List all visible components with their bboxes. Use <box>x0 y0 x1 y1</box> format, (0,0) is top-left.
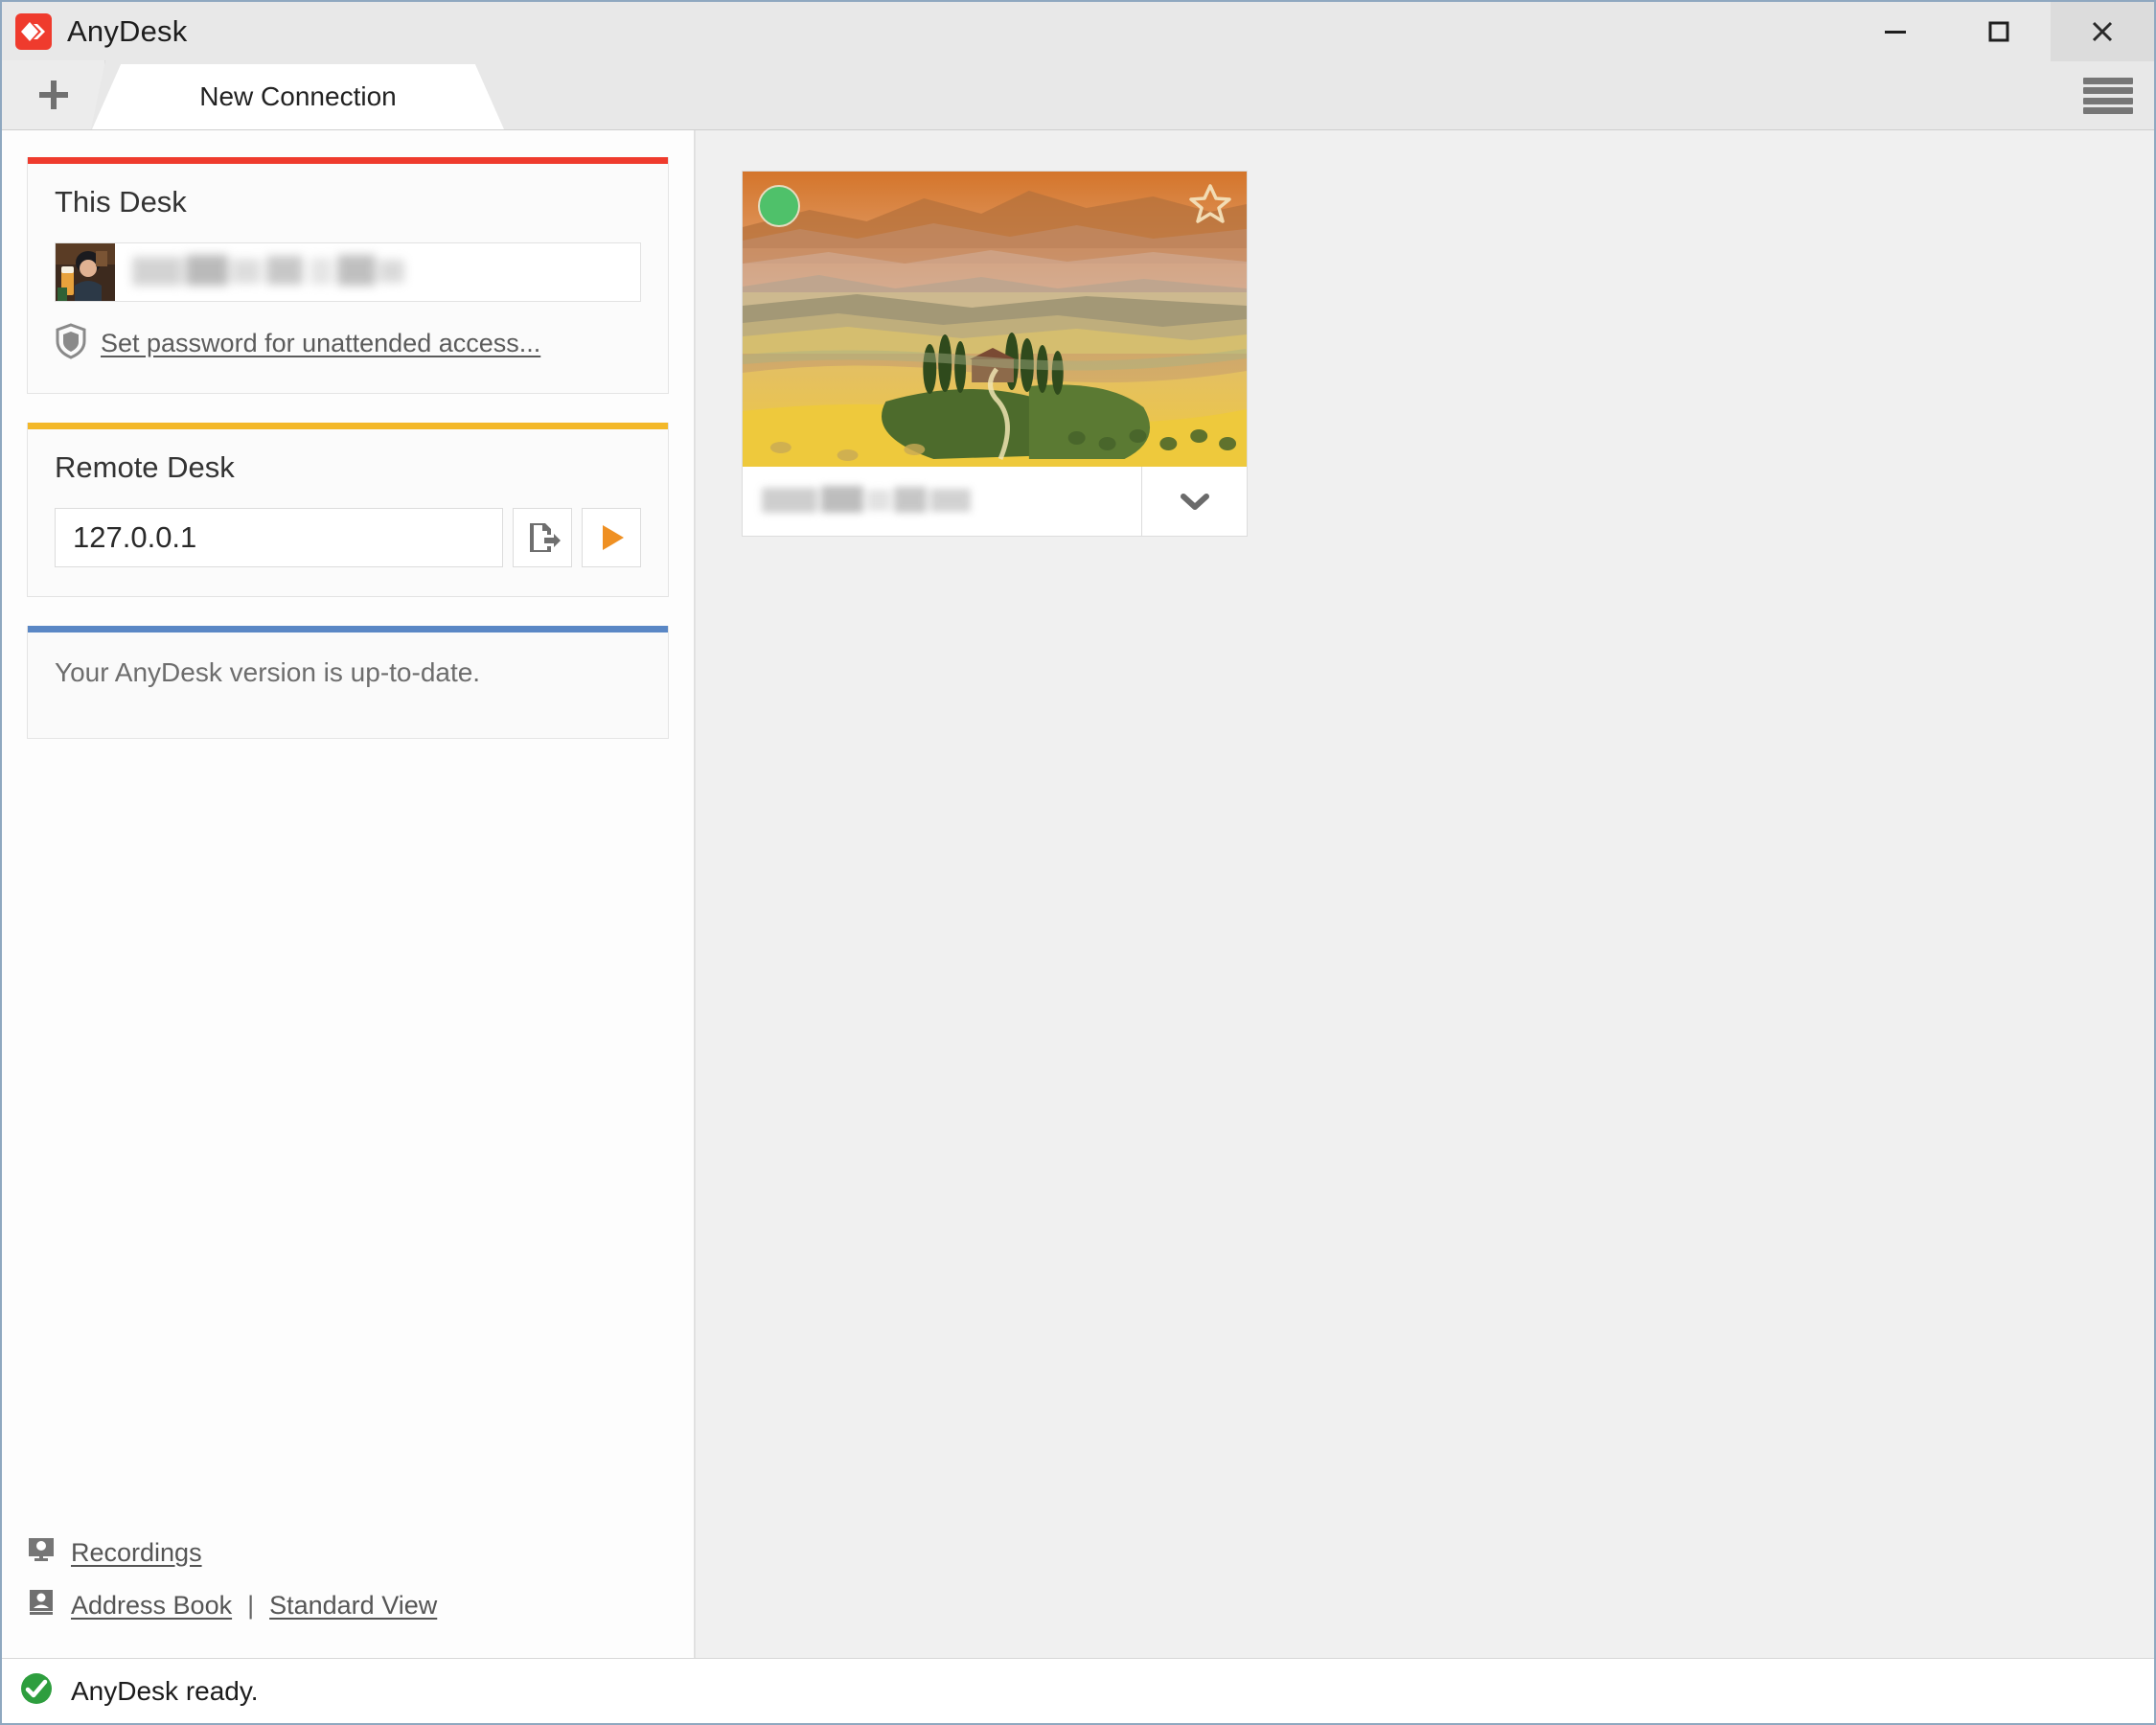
right-pane <box>695 130 2154 1658</box>
connect-button[interactable] <box>582 508 641 567</box>
version-accent-bar <box>28 626 668 632</box>
remote-desk-accent-bar <box>28 423 668 429</box>
address-book-icon <box>27 1588 56 1623</box>
body-area: This Desk Set password for unattended ac… <box>2 130 2154 1658</box>
online-status-dot <box>758 185 800 227</box>
version-message: Your AnyDesk version is up-to-date. <box>55 657 481 687</box>
session-label-masked <box>743 467 1141 536</box>
ready-check-icon <box>19 1671 54 1711</box>
recordings-row[interactable]: Recordings <box>27 1535 640 1571</box>
session-card-footer <box>743 467 1247 536</box>
set-password-link[interactable]: Set password for unattended access... <box>101 329 540 358</box>
new-tab-button[interactable] <box>2 60 105 129</box>
status-message: AnyDesk ready. <box>71 1675 259 1706</box>
address-book-row[interactable]: Address Book | Standard View <box>27 1588 640 1623</box>
favorite-star-icon[interactable] <box>1189 183 1231 228</box>
anydesk-window: AnyDesk New Connection This Desk Set pas… <box>0 0 2156 1725</box>
tab-new-connection[interactable]: New Connection <box>92 64 504 129</box>
shield-icon <box>55 323 87 364</box>
monitor-recordings-icon <box>27 1535 56 1571</box>
maximize-icon[interactable] <box>1947 2 2051 61</box>
minimize-icon[interactable] <box>1844 2 1947 61</box>
remote-desk-card: Remote Desk <box>27 423 669 597</box>
links-separator: | <box>247 1591 255 1620</box>
status-bar: AnyDesk ready. <box>2 1658 2154 1723</box>
remote-address-input[interactable] <box>55 508 503 567</box>
anydesk-logo-icon <box>15 13 52 50</box>
this-desk-id-masked <box>132 251 631 293</box>
version-card: Your AnyDesk version is up-to-date. <box>27 626 669 739</box>
tuscany-landscape-thumbnail[interactable] <box>743 172 1247 467</box>
remote-address-row <box>55 508 641 567</box>
remote-desk-title: Remote Desk <box>55 450 235 484</box>
app-title: AnyDesk <box>67 14 188 48</box>
this-desk-id-row[interactable] <box>55 242 641 302</box>
file-transfer-icon[interactable] <box>513 508 572 567</box>
recordings-link[interactable]: Recordings <box>71 1538 202 1568</box>
plus-icon <box>38 80 68 109</box>
set-password-row[interactable]: Set password for unattended access... <box>55 323 641 364</box>
this-desk-card: This Desk Set password for unattended ac… <box>27 157 669 394</box>
this-desk-title: This Desk <box>55 185 187 218</box>
tab-label: New Connection <box>199 81 397 111</box>
this-desk-accent-bar <box>28 157 668 164</box>
close-icon[interactable] <box>2051 2 2154 61</box>
hamburger-menu-icon[interactable] <box>2083 75 2133 117</box>
address-book-link[interactable]: Address Book <box>71 1591 232 1621</box>
session-dropdown-button[interactable] <box>1141 467 1247 536</box>
standard-view-link[interactable]: Standard View <box>269 1591 437 1621</box>
session-card[interactable] <box>742 171 1248 537</box>
tab-strip: New Connection <box>2 60 2154 130</box>
titlebar: AnyDesk <box>2 2 2154 61</box>
play-connect-icon <box>603 525 624 550</box>
bottom-links: Recordings Address Book | Standard View <box>27 1535 640 1641</box>
chevron-down-icon <box>1180 494 1209 510</box>
user-avatar <box>56 243 115 301</box>
window-controls <box>1844 2 2154 61</box>
left-pane: This Desk Set password for unattended ac… <box>2 130 695 1658</box>
